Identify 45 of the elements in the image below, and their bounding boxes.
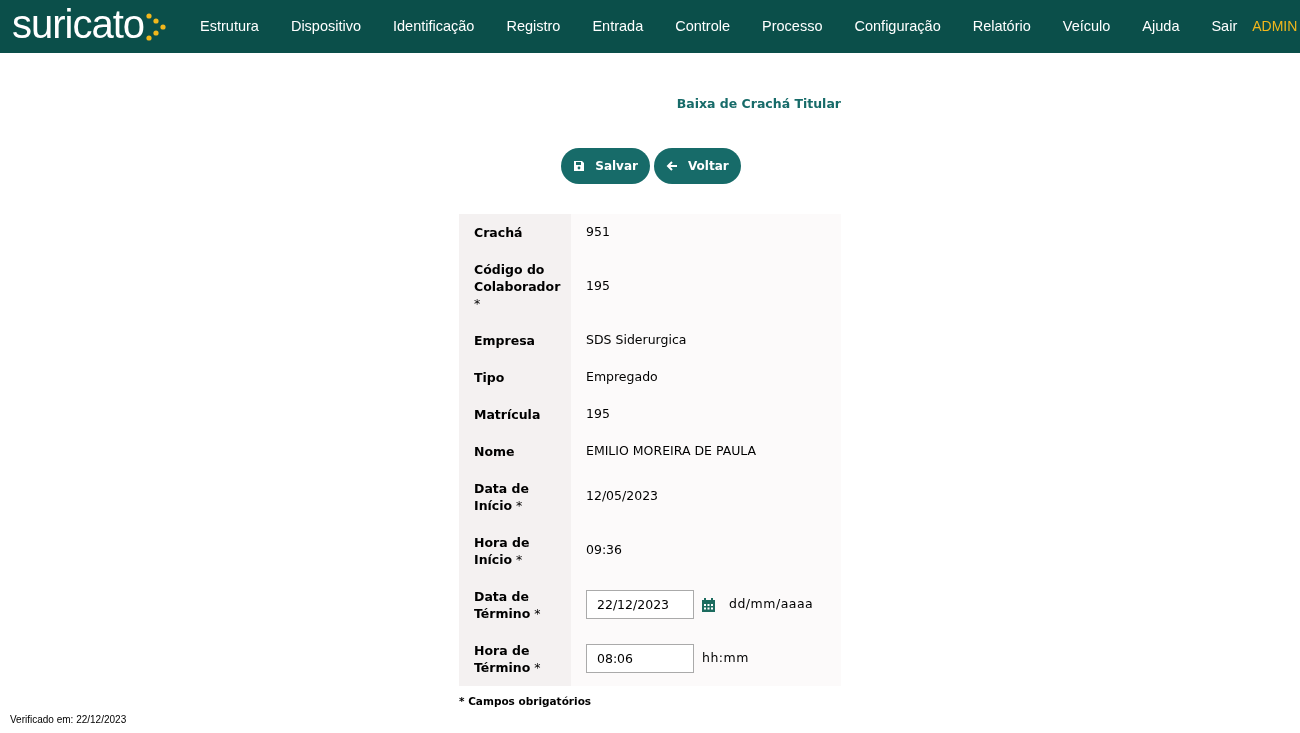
field-label: Data de Término*	[474, 587, 542, 622]
field-value: 951	[586, 222, 610, 241]
nav-link[interactable]: Controle	[660, 15, 746, 38]
field-label: Tipo	[474, 368, 505, 386]
nav-link[interactable]: Estrutura	[185, 15, 274, 38]
field-label: Data de Início*	[474, 479, 530, 514]
arrow-left-icon	[665, 159, 678, 172]
date-input[interactable]: 22/12/2023	[586, 590, 694, 620]
save-button[interactable]: Salvar	[561, 147, 650, 184]
field-value: SDS Siderurgica	[586, 330, 687, 349]
field-value: 195	[586, 404, 610, 423]
save-icon	[573, 159, 586, 172]
format-hint: hh:mm	[702, 649, 749, 668]
verified-date: Verificado em: 22/12/2023	[10, 713, 127, 727]
field-label: Hora de Início*	[474, 533, 531, 568]
field-label: Nome	[474, 442, 515, 460]
field-label: Crachá	[474, 223, 523, 241]
field-value: EMILIO MOREIRA DE PAULA	[586, 441, 757, 460]
field-label: Matrícula	[474, 405, 541, 423]
back-button[interactable]: Voltar	[653, 147, 741, 184]
nav-link[interactable]: Registro	[491, 15, 576, 38]
field-value: 12/05/2023	[586, 487, 659, 506]
page-title: Baixa de Crachá Titular	[676, 95, 841, 113]
nav-link[interactable]: Relatório	[957, 15, 1046, 38]
field-value: Empregado	[586, 367, 658, 386]
nav-link[interactable]: Ajuda	[1127, 15, 1195, 38]
nav-link[interactable]: Identificação	[378, 15, 490, 38]
field-value: 195	[586, 276, 610, 295]
nav-link[interactable]: Veículo	[1047, 15, 1126, 38]
nav-link[interactable]: Sair	[1196, 15, 1253, 38]
field-value: 09:36	[586, 541, 623, 560]
format-hint: dd/mm/aaaa	[729, 595, 814, 614]
nav-link[interactable]: Dispositivo	[275, 15, 376, 38]
user-name[interactable]: ADMIN	[1252, 16, 1298, 37]
field-label: Código do Colaborador*	[474, 260, 561, 312]
brand-logo: suricato	[12, 3, 145, 44]
required-fields-note: * Campos obrigatórios	[459, 693, 593, 709]
field-label: Empresa	[474, 331, 536, 349]
nav-link[interactable]: Configuração	[839, 15, 956, 38]
calendar-icon[interactable]	[702, 597, 715, 612]
dots-logo-icon	[145, 11, 168, 42]
nav-link[interactable]: Processo	[747, 15, 838, 38]
nav-link[interactable]: Entrada	[577, 15, 659, 38]
field-label: Hora de Término*	[474, 641, 542, 676]
time-input[interactable]: 08:06	[586, 644, 694, 674]
